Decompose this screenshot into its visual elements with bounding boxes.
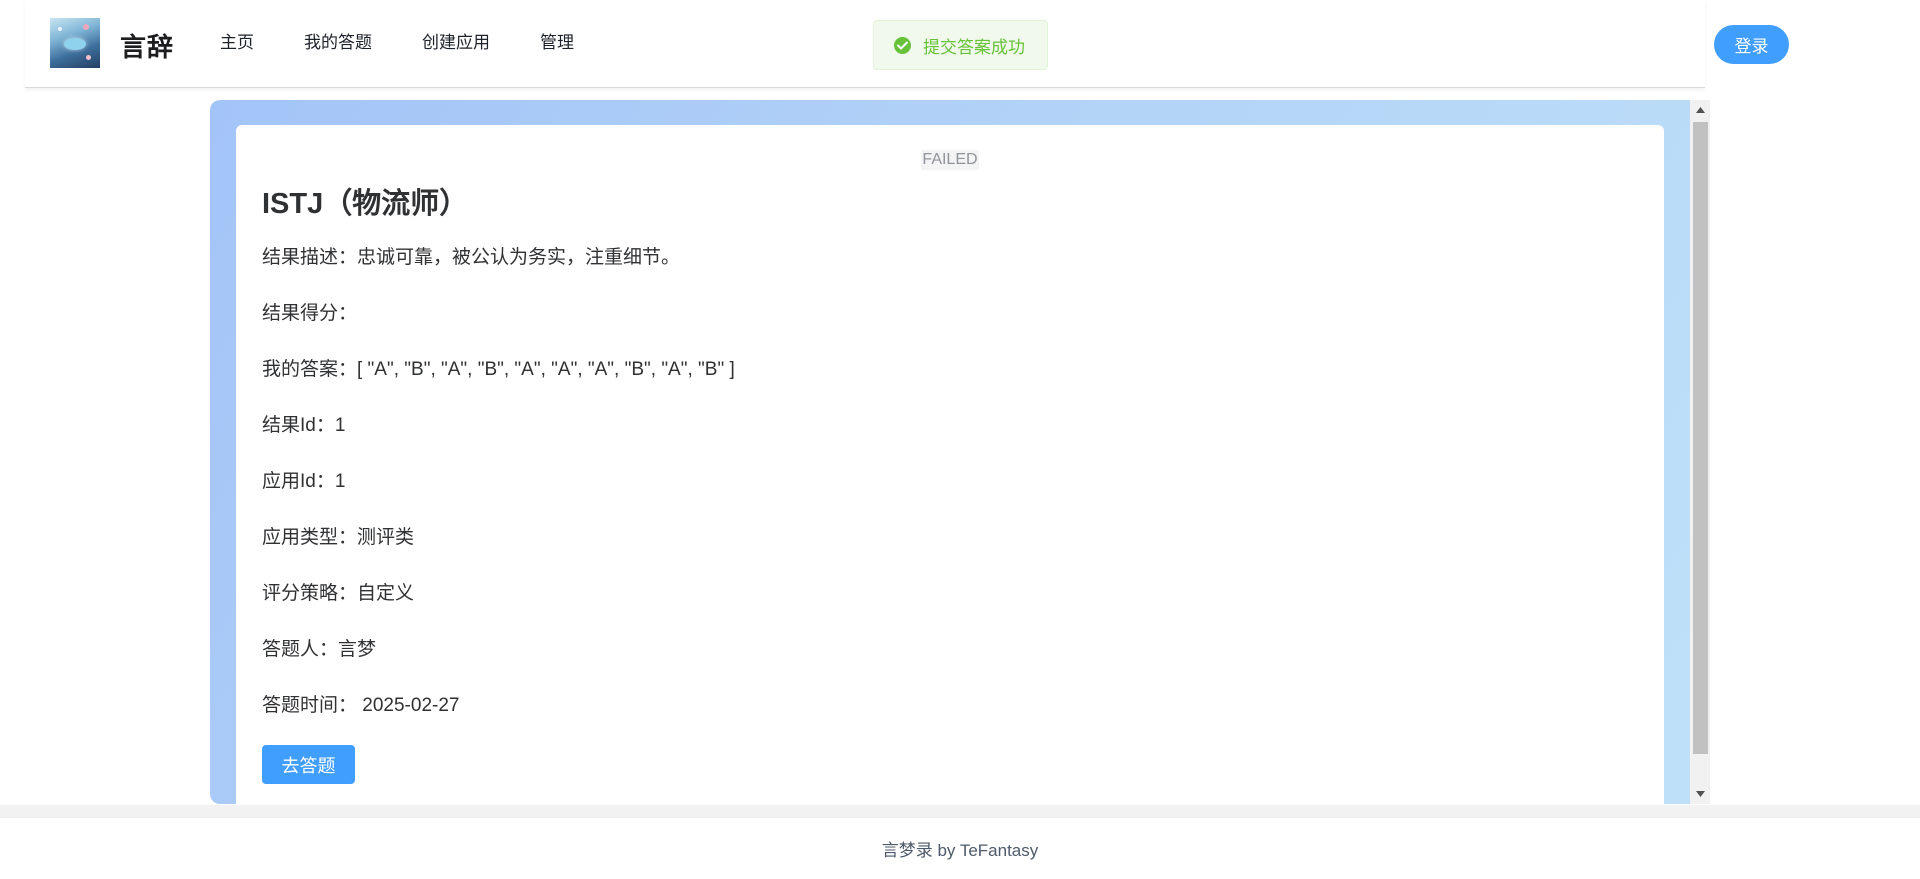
nav-item-my-answers[interactable]: 我的答题 — [304, 34, 372, 51]
main-nav: 主页 我的答题 创建应用 管理 — [220, 0, 624, 84]
result-card: FAILED ISTJ（物流师） 结果描述：忠诚可靠，被公认为务实，注重细节。 … — [236, 125, 1664, 804]
toast-message: 提交答案成功 — [923, 37, 1025, 57]
nav-item-create-app[interactable]: 创建应用 — [422, 34, 490, 51]
footer-divider — [0, 805, 1920, 817]
nav-item-admin[interactable]: 管理 — [540, 34, 574, 51]
result-title: ISTJ（物流师） — [262, 188, 469, 220]
logo-fish-shape — [64, 38, 86, 50]
logo-bubble-decoration — [58, 27, 62, 31]
logo-bubble-decoration — [83, 24, 89, 30]
login-button[interactable]: 登录 — [1714, 25, 1789, 64]
top-nav-bar: 言辞 主页 我的答题 创建应用 管理 — [25, 0, 1705, 88]
app-id: 应用Id：1 — [262, 471, 346, 492]
status-tag-label: FAILED — [921, 150, 979, 170]
result-id: 结果Id：1 — [262, 415, 346, 436]
success-toast: 提交答案成功 — [873, 20, 1048, 70]
check-circle-icon — [894, 36, 911, 54]
footer-text: 言梦录 by TeFantasy — [881, 841, 1039, 860]
brand-name[interactable]: 言辞 — [120, 27, 174, 64]
logo-bubble-decoration — [86, 55, 91, 60]
scrollbar-thumb[interactable] — [1693, 122, 1708, 754]
result-score: 结果得分： — [262, 303, 358, 324]
result-description: 结果描述：忠诚可靠，被公认为务实，注重细节。 — [262, 247, 681, 268]
go-answer-button[interactable]: 去答题 — [262, 745, 355, 784]
scoring-strategy: 评分策略：自定义 — [262, 583, 415, 604]
status-tag: FAILED — [236, 150, 1664, 170]
scroll-down-arrow-icon[interactable] — [1690, 784, 1710, 804]
nav-item-home[interactable]: 主页 — [220, 34, 254, 51]
answer-user: 答题人：言梦 — [262, 639, 377, 660]
my-answers: 我的答案：[ "A", "B", "A", "B", "A", "A", "A"… — [262, 359, 735, 380]
answer-time: 答题时间： 2025-02-27 — [262, 695, 460, 716]
page-footer: 言梦录 by TeFantasy — [0, 817, 1920, 879]
scroll-up-arrow-icon[interactable] — [1690, 100, 1710, 120]
result-card-container: FAILED ISTJ（物流师） 结果描述：忠诚可靠，被公认为务实，注重细节。 … — [210, 100, 1710, 804]
vertical-scrollbar[interactable] — [1690, 100, 1710, 804]
app-logo[interactable] — [50, 18, 100, 68]
app-type: 应用类型：测评类 — [262, 527, 415, 548]
